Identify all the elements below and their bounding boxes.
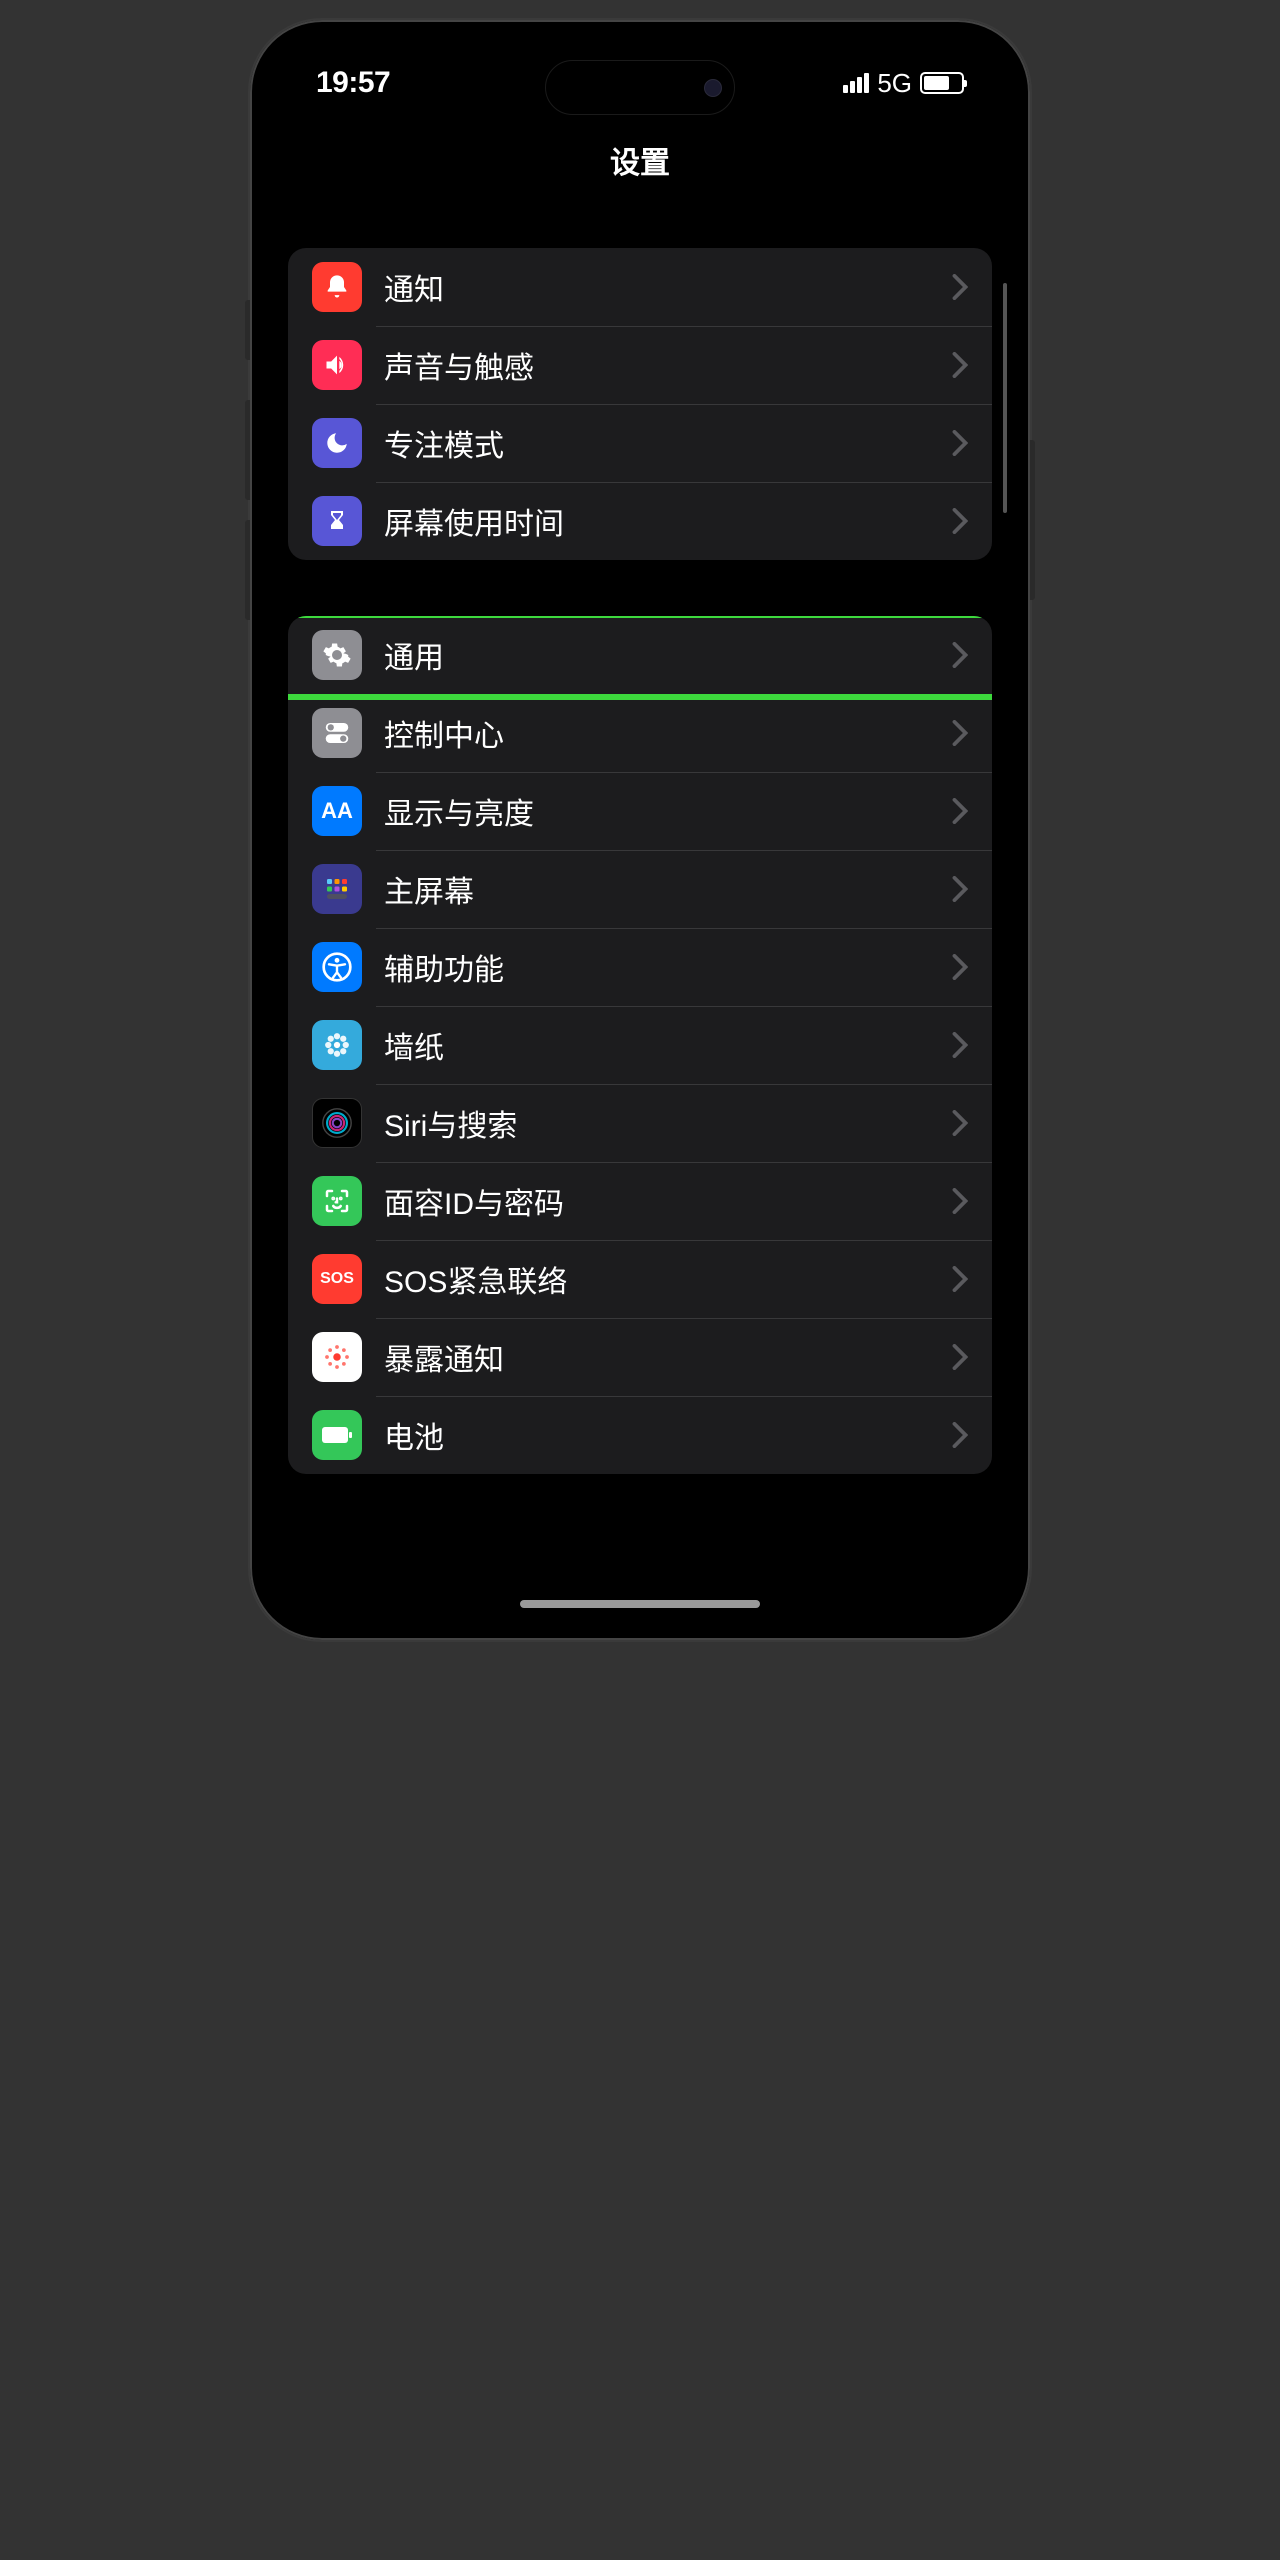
battery-icon: [312, 1410, 362, 1460]
row-notifications[interactable]: 通知: [288, 248, 992, 326]
chevron-right-icon: [952, 720, 968, 746]
dynamic-island: [545, 60, 735, 115]
row-label: 通知: [384, 265, 952, 309]
siri-icon: [312, 1098, 362, 1148]
row-display[interactable]: AA 显示与亮度: [288, 772, 992, 850]
faceid-icon: [312, 1176, 362, 1226]
chevron-right-icon: [952, 954, 968, 980]
row-label: 主屏幕: [384, 867, 952, 911]
grid-icon: [312, 864, 362, 914]
hourglass-icon: [312, 496, 362, 546]
row-label: 屏幕使用时间: [384, 499, 952, 543]
chevron-right-icon: [952, 1344, 968, 1370]
settings-content[interactable]: 通知 声音与触感 专注模式: [268, 248, 1012, 1622]
row-label: 显示与亮度: [384, 789, 952, 833]
row-general[interactable]: 通用: [288, 616, 992, 694]
power-button: [1030, 440, 1035, 600]
row-label: 通用: [384, 633, 952, 677]
chevron-right-icon: [952, 1422, 968, 1448]
battery-icon: [920, 72, 964, 94]
chevron-right-icon: [952, 1266, 968, 1292]
row-label: 面容ID与密码: [384, 1179, 952, 1223]
row-faceid[interactable]: 面容ID与密码: [288, 1162, 992, 1240]
chevron-right-icon: [952, 508, 968, 534]
row-label: 辅助功能: [384, 945, 952, 989]
gear-icon: [312, 630, 362, 680]
row-label: 电池: [384, 1413, 952, 1457]
chevron-right-icon: [952, 798, 968, 824]
network-label: 5G: [877, 68, 912, 99]
row-controlcenter[interactable]: 控制中心: [288, 694, 992, 772]
flower-icon: [312, 1020, 362, 1070]
page-title: 设置: [268, 138, 1012, 182]
mute-switch: [245, 300, 250, 360]
row-siri[interactable]: Siri与搜索: [288, 1084, 992, 1162]
chevron-right-icon: [952, 1110, 968, 1136]
row-accessibility[interactable]: 辅助功能: [288, 928, 992, 1006]
phone-frame: 19:57 5G 设置 通知: [250, 20, 1030, 1640]
row-label: SOS紧急联络: [384, 1257, 952, 1301]
status-time: 19:57: [316, 66, 390, 100]
speaker-icon: [312, 340, 362, 390]
row-battery[interactable]: 电池: [288, 1396, 992, 1474]
row-wallpaper[interactable]: 墙纸: [288, 1006, 992, 1084]
moon-icon: [312, 418, 362, 468]
chevron-right-icon: [952, 642, 968, 668]
settings-group-1: 通知 声音与触感 专注模式: [288, 248, 992, 560]
bell-icon: [312, 262, 362, 312]
chevron-right-icon: [952, 1032, 968, 1058]
row-exposure[interactable]: 暴露通知: [288, 1318, 992, 1396]
row-label: 声音与触感: [384, 343, 952, 387]
chevron-right-icon: [952, 1188, 968, 1214]
signal-icon: [843, 73, 869, 93]
chevron-right-icon: [952, 352, 968, 378]
row-sos[interactable]: SOS SOS紧急联络: [288, 1240, 992, 1318]
status-right: 5G: [843, 68, 964, 99]
chevron-right-icon: [952, 274, 968, 300]
text-size-icon: AA: [312, 786, 362, 836]
sos-icon: SOS: [312, 1254, 362, 1304]
exposure-icon: [312, 1332, 362, 1382]
volume-up-button: [245, 400, 250, 500]
row-label: Siri与搜索: [384, 1101, 952, 1145]
row-homescreen[interactable]: 主屏幕: [288, 850, 992, 928]
chevron-right-icon: [952, 876, 968, 902]
row-sounds[interactable]: 声音与触感: [288, 326, 992, 404]
front-camera: [704, 79, 722, 97]
row-label: 控制中心: [384, 711, 952, 755]
accessibility-icon: [312, 942, 362, 992]
volume-down-button: [245, 520, 250, 620]
row-screentime[interactable]: 屏幕使用时间: [288, 482, 992, 560]
switch-icon: [312, 708, 362, 758]
settings-group-2: 通用 控制中心 AA 显示与亮度: [288, 616, 992, 1474]
row-focus[interactable]: 专注模式: [288, 404, 992, 482]
home-indicator[interactable]: [520, 1600, 760, 1608]
row-label: 暴露通知: [384, 1335, 952, 1379]
row-label: 墙纸: [384, 1023, 952, 1067]
chevron-right-icon: [952, 430, 968, 456]
phone-screen: 19:57 5G 设置 通知: [268, 38, 1012, 1622]
row-label: 专注模式: [384, 421, 952, 465]
